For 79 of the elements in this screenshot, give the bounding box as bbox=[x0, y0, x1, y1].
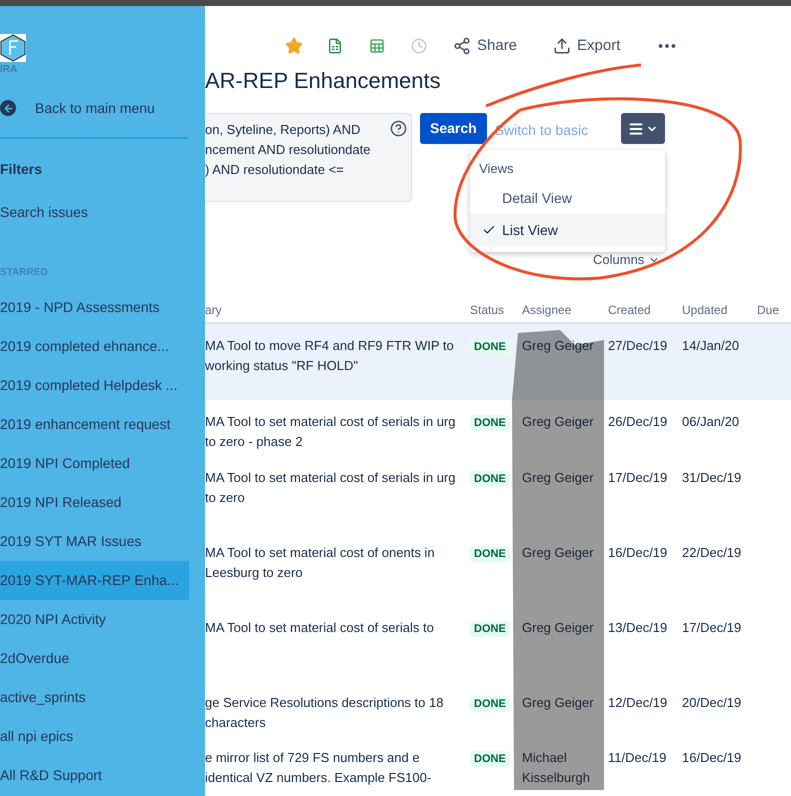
created-cell: 13/Dec/19 bbox=[608, 620, 668, 634]
share-button[interactable]: Share bbox=[453, 34, 518, 58]
filter-item[interactable]: 2019 - NPD Assessments bbox=[0, 288, 189, 327]
created-cell: 26/Dec/19 bbox=[608, 414, 668, 428]
query-text: ) AND resolutiondate <= bbox=[205, 161, 344, 179]
query-text: on, Syteline, Reports) AND bbox=[205, 121, 360, 139]
column-header[interactable]: Status bbox=[470, 302, 504, 316]
filter-item[interactable]: 2019 SYT-MAR-REP Enha... bbox=[0, 561, 189, 600]
column-header[interactable]: ary bbox=[205, 302, 222, 316]
updated-cell: 22/Dec/19 bbox=[682, 544, 742, 560]
summary-cell: MA Tool to set material cost of serials in urg to zero - phase 2 bbox=[205, 414, 456, 448]
status-badge: DONE bbox=[470, 750, 510, 766]
view-option[interactable]: Detail View bbox=[470, 182, 666, 214]
column-header[interactable]: Updated bbox=[682, 302, 728, 316]
spreadsheet-icon[interactable] bbox=[327, 38, 343, 54]
summary-cell: MA Tool to set material cost of serials to bbox=[205, 620, 434, 634]
assignee-cell: Greg Geiger bbox=[522, 694, 594, 710]
column-header[interactable]: Assignee bbox=[522, 302, 572, 316]
assignee-cell: Greg Geiger bbox=[522, 414, 594, 428]
export-icon bbox=[553, 37, 572, 55]
filter-item[interactable]: active_sprints bbox=[0, 678, 189, 717]
back-link[interactable]: Back to main menu bbox=[0, 86, 155, 130]
filter-item[interactable]: 2019 NPI Released bbox=[0, 483, 189, 522]
summary-cell: MA Tool to set material cost of serials in urg to zero bbox=[205, 470, 456, 504]
assignee-cell: Greg Geiger bbox=[522, 470, 594, 484]
filter-item[interactable]: 2019 NPI Completed bbox=[0, 444, 189, 483]
sheet-icon[interactable] bbox=[369, 38, 385, 54]
section-title: Filters bbox=[0, 160, 42, 179]
query-field[interactable]: on, Syteline, Reports) AND ncement AND resolutiondate ) AND resolutiondate <= bbox=[205, 113, 412, 202]
status-badge: DONE bbox=[470, 620, 510, 636]
menu-icon bbox=[628, 120, 644, 136]
created-cell: 17/Dec/19 bbox=[608, 470, 668, 484]
filter-item[interactable]: All R&D Support bbox=[0, 756, 189, 795]
help-icon[interactable] bbox=[390, 120, 407, 137]
view-menu-button[interactable] bbox=[621, 113, 666, 144]
status-badge: DONE bbox=[470, 546, 510, 562]
assignee-cell: Greg Geiger bbox=[522, 544, 594, 560]
filter-item[interactable]: all npi epics bbox=[0, 717, 189, 756]
updated-cell: 31/Dec/19 bbox=[682, 470, 742, 484]
page-title: AR-REP Enhancements bbox=[205, 67, 441, 95]
status-badge: DONE bbox=[470, 414, 510, 430]
created-cell: 11/Dec/19 bbox=[608, 750, 666, 764]
assignee-cell: Greg Geiger bbox=[522, 338, 594, 352]
summary-cell: e mirror list of 729 FS numbers and e identical VZ numbers. Example FS100- bbox=[205, 750, 432, 784]
search-button[interactable]: Search bbox=[420, 113, 487, 144]
logo-text: IRA bbox=[0, 63, 18, 77]
updated-cell: 17/Dec/19 bbox=[682, 620, 742, 634]
status-badge: DONE bbox=[470, 696, 510, 712]
status-badge: DONE bbox=[470, 470, 510, 486]
status-badge: DONE bbox=[470, 338, 510, 354]
view-option[interactable]: List View bbox=[470, 214, 666, 246]
summary-cell: MA Tool to set material cost of onents in Leesburg to zero bbox=[205, 544, 435, 580]
summary-cell: MA Tool to move RF4 and RF9 FTR WIP to working status "RF HOLD" bbox=[205, 338, 454, 372]
search-issues-link[interactable]: Search issues bbox=[0, 202, 88, 223]
filter-item[interactable]: 2020 NPI Activity bbox=[0, 600, 189, 639]
created-cell: 27/Dec/19 bbox=[608, 338, 668, 352]
updated-cell: 14/Jan/20 bbox=[682, 338, 740, 352]
created-cell: 12/Dec/19 bbox=[608, 694, 668, 710]
star-icon[interactable] bbox=[285, 37, 303, 55]
table-row[interactable]: MA Tool to move RF4 and RF9 FTR WIP to working status "RF HOLD" DONE Greg Geiger 27/Dec/19 14/Jan/20 bbox=[205, 324, 791, 400]
columns-link[interactable]: Columns bbox=[593, 250, 660, 270]
updated-cell: 20/Dec/19 bbox=[682, 694, 742, 710]
updated-cell: 16/Dec/19 bbox=[682, 750, 742, 764]
updated-cell: 06/Jan/20 bbox=[682, 414, 740, 428]
share-icon bbox=[453, 37, 471, 55]
filter-item[interactable]: 2019 SYT MAR Issues bbox=[0, 522, 189, 561]
created-cell: 16/Dec/19 bbox=[608, 544, 668, 560]
filter-item[interactable]: 2019 completed ehnance... bbox=[0, 327, 189, 366]
summary-cell: ge Service Resolutions descriptions to 18 characters bbox=[205, 694, 444, 730]
column-header[interactable]: Created bbox=[608, 302, 651, 316]
export-button[interactable]: Export bbox=[553, 34, 620, 58]
filter-item[interactable]: 2019 enhancement request bbox=[0, 405, 189, 444]
filter-item[interactable]: 2019 completed Helpdesk ... bbox=[0, 366, 189, 405]
dropdown-heading: Views bbox=[478, 160, 514, 178]
assignee-cell: Greg Geiger bbox=[522, 620, 594, 634]
assignee-cell: Michael Kisselburgh bbox=[522, 750, 590, 784]
query-text: ncement AND resolutiondate bbox=[205, 141, 370, 159]
filter-item[interactable]: 2dOverdue bbox=[0, 639, 189, 678]
column-header[interactable]: Due bbox=[757, 302, 780, 316]
